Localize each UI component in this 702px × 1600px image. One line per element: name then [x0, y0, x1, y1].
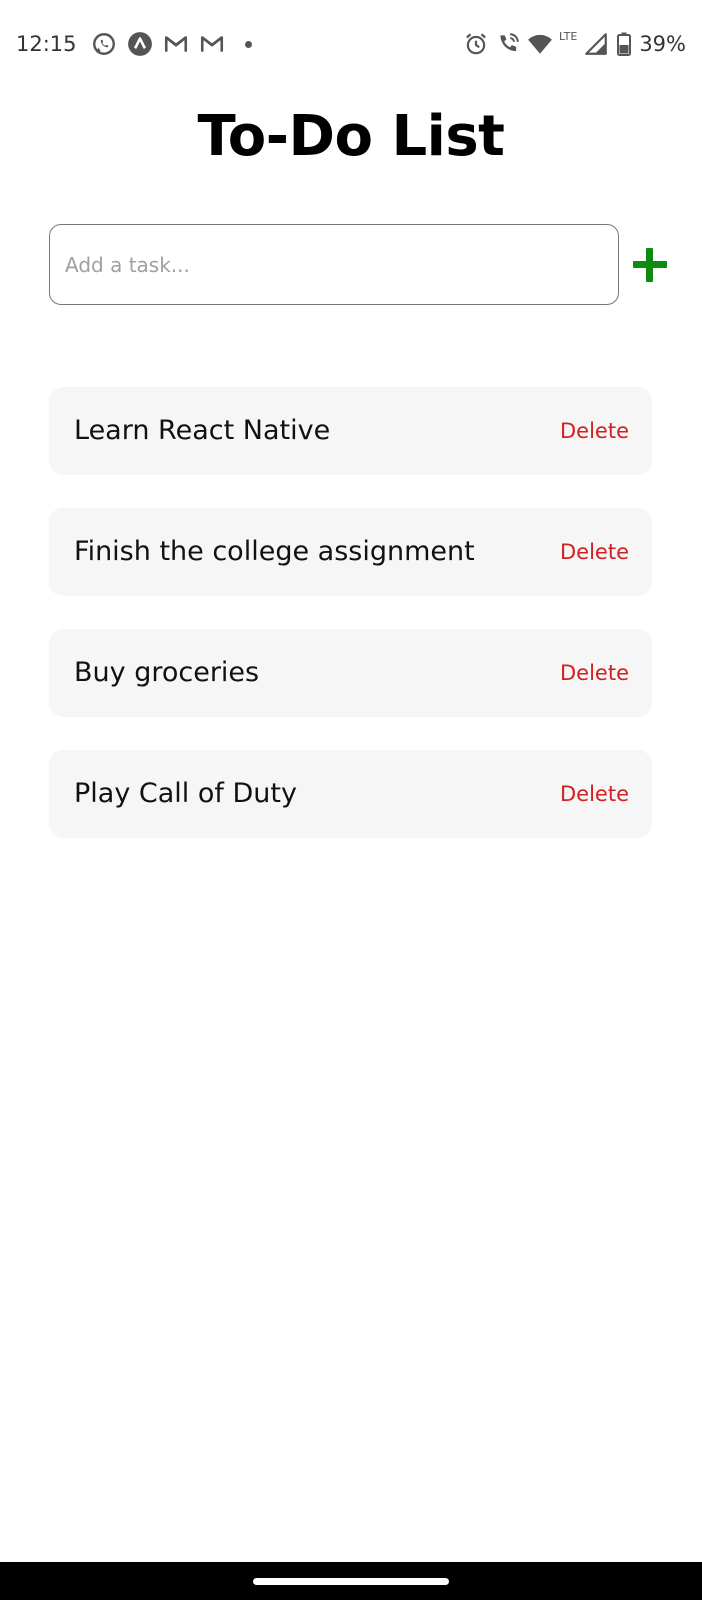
signal-icon: [583, 31, 609, 57]
alarm-icon: [463, 31, 489, 57]
battery-icon: [615, 31, 633, 57]
gmail-icon: [163, 31, 189, 57]
app-a-icon: [127, 31, 153, 57]
task-text: Learn React Native: [74, 415, 331, 446]
status-left: 12:15: [16, 28, 252, 60]
task-text: Buy groceries: [74, 657, 260, 688]
task-text: Finish the college assignment: [74, 536, 475, 567]
wifi-calling-icon: [495, 31, 521, 57]
status-right: LTE 39%: [463, 28, 686, 60]
gmail-icon: [199, 31, 225, 57]
battery-percent: 39%: [639, 32, 686, 56]
task-text: Play Call of Duty: [74, 778, 297, 809]
navigation-bar: [0, 1562, 702, 1600]
status-bar: 12:15 LTE 39%: [0, 0, 702, 88]
task-list: Learn React Native Delete Finish the col…: [49, 387, 652, 871]
delete-button[interactable]: Delete: [560, 508, 629, 596]
notification-dot-icon: [244, 40, 252, 48]
task-item: Finish the college assignment Delete: [49, 508, 652, 596]
task-item: Play Call of Duty Delete: [49, 750, 652, 838]
network-type: LTE: [559, 30, 578, 43]
delete-button[interactable]: Delete: [560, 629, 629, 717]
task-item: Learn React Native Delete: [49, 387, 652, 475]
wifi-icon: [527, 31, 553, 57]
home-indicator[interactable]: [253, 1578, 449, 1585]
status-time: 12:15: [16, 32, 77, 56]
task-item: Buy groceries Delete: [49, 629, 652, 717]
page-title: To-Do List: [197, 104, 505, 169]
delete-button[interactable]: Delete: [560, 387, 629, 475]
whatsapp-icon: [91, 31, 117, 57]
task-input[interactable]: [49, 224, 619, 305]
add-task-button[interactable]: [631, 246, 669, 284]
delete-button[interactable]: Delete: [560, 750, 629, 838]
